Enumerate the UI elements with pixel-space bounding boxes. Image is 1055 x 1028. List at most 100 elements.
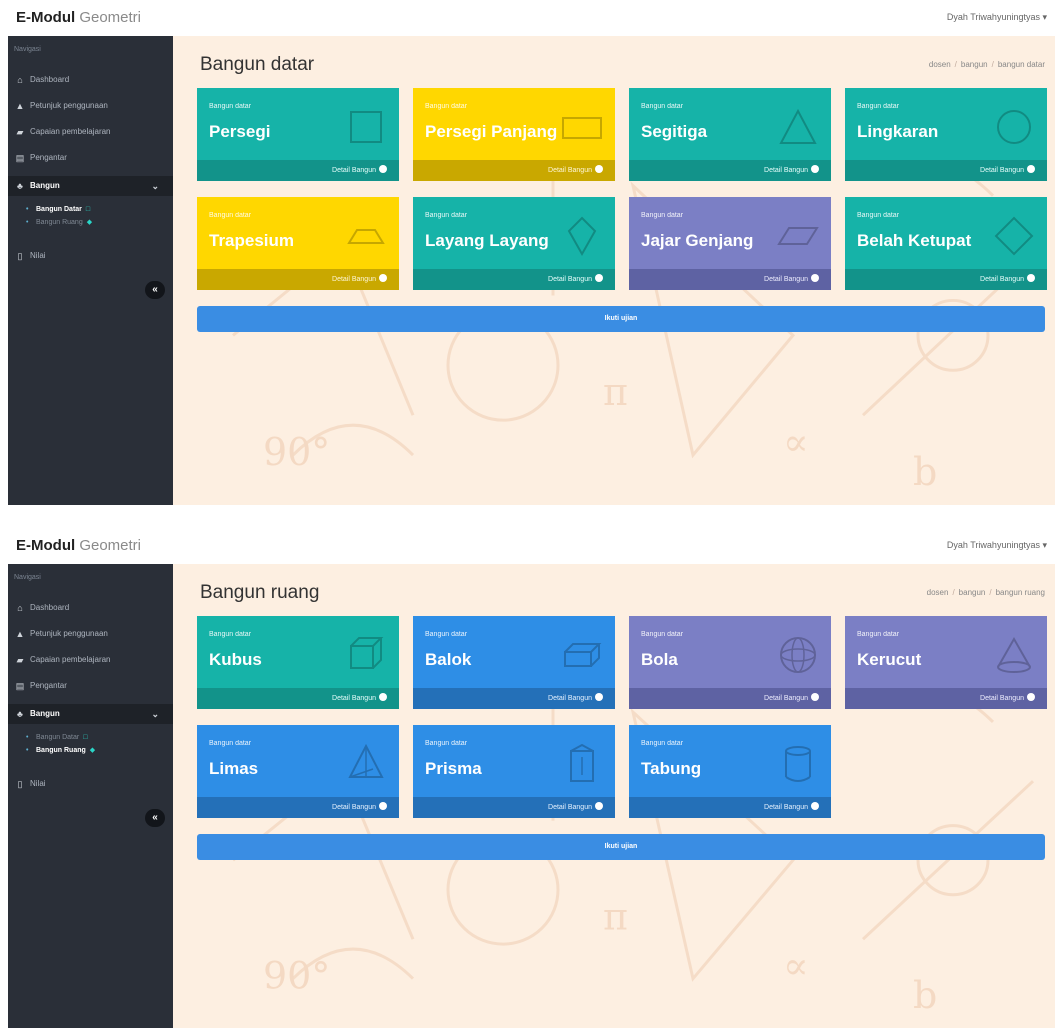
- screen-bangun-ruang: E-Modul Geometri Dyah Triwahyuningtyas ▾ N…: [0, 528, 1055, 1028]
- collapse-sidebar-button[interactable]: «: [145, 809, 165, 827]
- sidebar-item-bangun[interactable]: ♣ Bangun ⌄: [8, 176, 173, 196]
- pointer-icon: ▲: [15, 629, 25, 639]
- card-title: Lingkaran: [857, 122, 939, 141]
- detail-bangun-link[interactable]: Detail Bangun: [197, 269, 399, 290]
- brand-subtitle: Geometri: [79, 9, 142, 26]
- sidebar-item-label: Bangun: [30, 709, 60, 718]
- detail-bangun-link[interactable]: Detail Bangun: [197, 160, 399, 181]
- card-body: Bangun datar Bola: [629, 616, 831, 688]
- sidebar-item-label: Capaian pembelajaran: [30, 127, 111, 136]
- detail-bangun-link[interactable]: Detail Bangun: [413, 160, 615, 181]
- sidebar-subitem-bangun-ruang[interactable]: • Bangun Ruang ◆: [24, 745, 95, 757]
- detail-bangun-link[interactable]: Detail Bangun: [629, 160, 831, 181]
- sidebar-item-petunjuk[interactable]: ▲ Petunjuk penggunaan: [8, 96, 173, 116]
- detail-bangun-link[interactable]: Detail Bangun: [845, 688, 1047, 709]
- subitem-label: Bangun Ruang: [36, 747, 86, 754]
- brand-logo[interactable]: E-Modul Geometri: [16, 9, 141, 26]
- detail-bangun-link[interactable]: Detail Bangun: [197, 797, 399, 818]
- clipboard-icon: ▯: [17, 779, 23, 789]
- graduation-cap-icon: ▰: [16, 127, 24, 137]
- parallelogram-icon: [777, 227, 819, 245]
- arrow-circle-right-icon: [595, 274, 603, 283]
- detail-bangun-link[interactable]: Detail Bangun: [845, 160, 1047, 181]
- sidebar-item-dashboard[interactable]: ⌂ Dashboard: [8, 70, 173, 90]
- arrow-circle-right-icon: [595, 693, 603, 702]
- detail-link-label: Detail Bangun: [332, 695, 376, 702]
- user-menu[interactable]: Dyah Triwahyuningtyas ▾: [947, 540, 1047, 551]
- home-icon: ⌂: [17, 75, 23, 85]
- detail-bangun-link[interactable]: Detail Bangun: [413, 688, 615, 709]
- rhombus-icon: [994, 216, 1034, 256]
- shape-card-jajar-genjang: Bangun datar Jajar Genjang Detail Bangun: [629, 197, 831, 290]
- ikuti-ujian-button[interactable]: Ikuti ujian: [197, 834, 1045, 860]
- breadcrumb-item[interactable]: dosen: [929, 60, 951, 69]
- kite-icon: [567, 216, 597, 257]
- graduation-cap-icon: ▰: [16, 655, 24, 665]
- breadcrumb-item[interactable]: dosen: [927, 588, 949, 597]
- sidebar-item-petunjuk[interactable]: ▲ Petunjuk penggunaan: [8, 624, 173, 644]
- subitem-label: Bangun Ruang: [36, 219, 83, 226]
- detail-link-label: Detail Bangun: [764, 276, 808, 283]
- detail-bangun-link[interactable]: Detail Bangun: [845, 269, 1047, 290]
- sidebar-item-capaian[interactable]: ▰ Capaian pembelajaran: [8, 650, 173, 670]
- sidebar-item-capaian[interactable]: ▰ Capaian pembelajaran: [8, 122, 173, 142]
- card-body: Bangun datar Kubus: [197, 616, 399, 688]
- detail-link-label: Detail Bangun: [980, 695, 1024, 702]
- shape-card-kubus: Bangun datar Kubus Detail Bangun: [197, 616, 399, 709]
- detail-bangun-link[interactable]: Detail Bangun: [629, 269, 831, 290]
- sidebar-subitem-bangun-ruang[interactable]: • Bangun Ruang ◆: [24, 217, 92, 229]
- shape-3d-icon: ◆: [89, 747, 96, 754]
- bullet-icon: •: [26, 734, 29, 741]
- detail-bangun-link[interactable]: Detail Bangun: [413, 797, 615, 818]
- detail-bangun-link[interactable]: Detail Bangun: [413, 269, 615, 290]
- card-title: Limas: [209, 759, 259, 778]
- shapes-icon: ♣: [17, 181, 23, 191]
- breadcrumb-item: bangun datar: [997, 60, 1045, 69]
- detail-bangun-link[interactable]: Detail Bangun: [629, 797, 831, 818]
- card-kicker: Bangun datar: [425, 740, 468, 747]
- arrow-circle-right-icon: [811, 165, 819, 174]
- sidebar-item-label: Pengantar: [30, 153, 67, 162]
- card-body: Bangun datar Jajar Genjang: [629, 197, 831, 269]
- ikuti-ujian-button[interactable]: Ikuti ujian: [197, 306, 1045, 332]
- card-title: Trapesium: [209, 231, 295, 250]
- detail-link-label: Detail Bangun: [332, 167, 376, 174]
- shape-card-persegi: Bangun datar Persegi Detail Bangun: [197, 88, 399, 181]
- card-body: Bangun datar Balok: [413, 616, 615, 688]
- sidebar-item-nilai[interactable]: ▯ Nilai: [8, 246, 173, 266]
- shape-card-tabung: Bangun datar Tabung Detail Bangun: [629, 725, 831, 818]
- detail-link-label: Detail Bangun: [980, 167, 1024, 174]
- breadcrumb-item[interactable]: bangun: [959, 588, 986, 597]
- nav-heading: Navigasi: [14, 574, 41, 581]
- sidebar-item-label: Petunjuk penggunaan: [30, 629, 108, 638]
- sidebar-subitem-bangun-datar[interactable]: • Bangun Datar □: [24, 204, 90, 216]
- card-kicker: Bangun datar: [209, 631, 252, 638]
- shape-card-layang-layang: Bangun datar Layang Layang Detail Bangun: [413, 197, 615, 290]
- detail-link-label: Detail Bangun: [764, 695, 808, 702]
- square-outline-icon: □: [83, 734, 88, 741]
- screen-bangun-datar: E-Modul Geometri Dyah Triwahyuningtyas ▾ N…: [0, 0, 1055, 505]
- detail-bangun-link[interactable]: Detail Bangun: [197, 688, 399, 709]
- user-menu[interactable]: Dyah Triwahyuningtyas ▾: [947, 12, 1047, 23]
- detail-link-label: Detail Bangun: [548, 695, 592, 702]
- home-icon: ⌂: [17, 603, 23, 613]
- sidebar-item-pengantar[interactable]: ▤ Pengantar: [8, 148, 173, 168]
- arrow-circle-right-icon: [379, 693, 387, 702]
- sidebar-item-pengantar[interactable]: ▤ Pengantar: [8, 676, 173, 696]
- card-body: Bangun datar Lingkaran: [845, 88, 1047, 160]
- sidebar-item-label: Dashboard: [30, 603, 70, 612]
- breadcrumb: dosen / bangun / bangun datar: [929, 60, 1045, 69]
- sidebar-item-dashboard[interactable]: ⌂ Dashboard: [8, 598, 173, 618]
- sidebar-subitem-bangun-datar[interactable]: • Bangun Datar □: [24, 732, 87, 744]
- triangle-icon: [779, 108, 817, 144]
- sidebar-item-nilai[interactable]: ▯ Nilai: [8, 774, 173, 794]
- detail-link-label: Detail Bangun: [764, 167, 808, 174]
- breadcrumb-item[interactable]: bangun: [961, 60, 988, 69]
- brand-logo[interactable]: E-Modul Geometri: [16, 537, 141, 554]
- sidebar-item-bangun[interactable]: ♣ Bangun ⌄: [8, 704, 173, 724]
- card-kicker: Bangun datar: [209, 103, 252, 110]
- collapse-sidebar-button[interactable]: «: [145, 281, 165, 299]
- shape-card-segitiga: Bangun datar Segitiga Detail Bangun: [629, 88, 831, 181]
- sidebar-item-label: Dashboard: [30, 75, 70, 84]
- detail-bangun-link[interactable]: Detail Bangun: [629, 688, 831, 709]
